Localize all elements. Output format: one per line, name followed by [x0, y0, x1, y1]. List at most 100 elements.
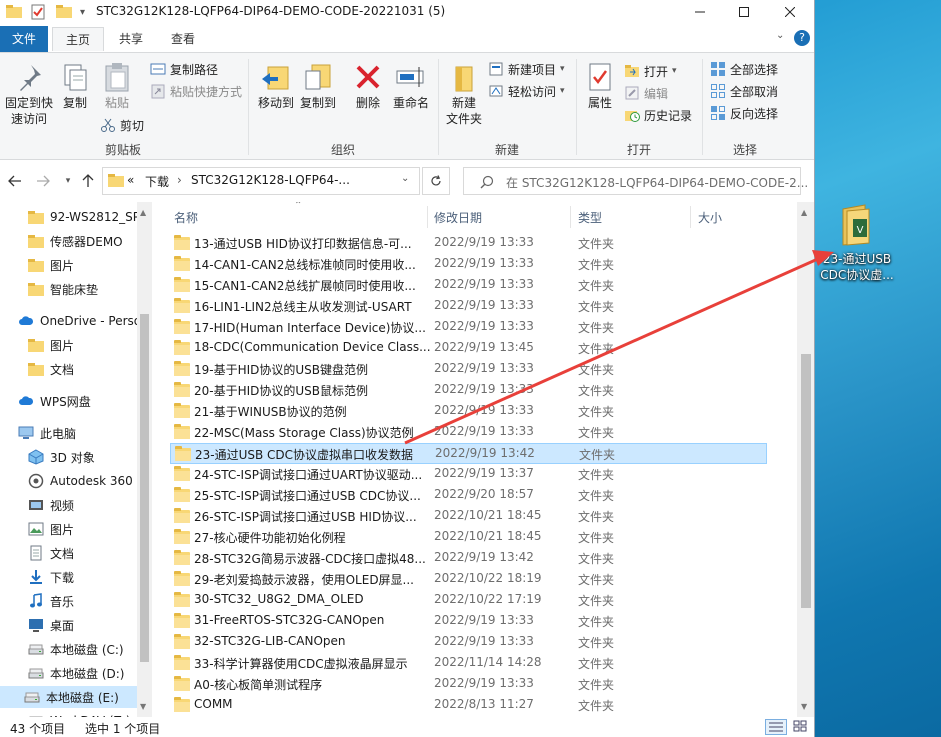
- scroll-down-icon[interactable]: ▼: [140, 702, 146, 711]
- history-button[interactable]: 历史记录: [624, 105, 692, 125]
- tab-file[interactable]: 文件: [0, 26, 48, 52]
- pin-to-quick-access-button[interactable]: 固定到快 速访问: [4, 61, 54, 127]
- file-list-scrollbar[interactable]: ▲ ▼: [797, 202, 814, 717]
- nav-item[interactable]: 视频: [22, 494, 131, 516]
- file-row[interactable]: 30-STC32_U8G2_DMA_OLED 2022/10/22 17:19 文件…: [170, 590, 767, 611]
- copy-button[interactable]: 复制: [58, 61, 92, 111]
- file-list-scroll-thumb[interactable]: [801, 354, 811, 608]
- properties-button[interactable]: 属性: [580, 61, 620, 111]
- breadcrumb-chevron-icon[interactable]: ›: [177, 173, 182, 187]
- nav-item[interactable]: 下载: [22, 566, 131, 588]
- rename-button[interactable]: 重命名: [390, 61, 432, 111]
- column-type[interactable]: 类型: [578, 209, 602, 226]
- back-arrow-icon[interactable]: [5, 172, 25, 190]
- nav-item[interactable]: 3D 对象: [22, 446, 131, 468]
- nav-item[interactable]: Autodesk 360: [22, 470, 133, 492]
- details-view-button[interactable]: [765, 719, 787, 735]
- tab-view[interactable]: 查看: [160, 27, 206, 51]
- up-arrow-icon[interactable]: [78, 172, 98, 190]
- new-folder-quick-icon[interactable]: [56, 4, 72, 20]
- recent-locations-icon[interactable]: ▾: [58, 172, 78, 190]
- easy-access-button[interactable]: 轻松访问 ▾: [488, 81, 565, 101]
- column-size[interactable]: 大小: [698, 209, 722, 226]
- close-button[interactable]: [767, 0, 813, 24]
- file-row[interactable]: 32-STC32G-LIB-CANOpen 2022/9/19 13:33 文件夹: [170, 632, 767, 653]
- new-item-button[interactable]: 新建项目 ▾: [488, 59, 565, 79]
- file-row[interactable]: 28-STC32G简易示波器-CDC接口虚拟48... 2022/9/19 13:…: [170, 548, 767, 569]
- nav-item[interactable]: WPS网盘: [12, 390, 131, 412]
- file-row[interactable]: 26-STC-ISP调试接口通过USB HID协议... 2022/10/21 1…: [170, 506, 767, 527]
- file-row[interactable]: 15-CAN1-CAN2总线扩展帧同时使用收... 2022/9/19 13:33…: [170, 275, 767, 296]
- nav-item[interactable]: 本地磁盘 (C:): [22, 638, 131, 660]
- edit-button[interactable]: 编辑: [624, 83, 668, 103]
- tab-share[interactable]: 共享: [108, 27, 154, 51]
- file-row[interactable]: 20-基于HID协议的USB鼠标范例 2022/9/19 13:33 文件夹: [170, 380, 767, 401]
- file-row[interactable]: 18-CDC(Communication Device Class... 2022…: [170, 338, 767, 359]
- nav-item[interactable]: 本地磁盘 (E:): [0, 686, 137, 708]
- nav-item[interactable]: 智能床垫: [22, 278, 131, 300]
- cut-button[interactable]: 剪切: [100, 115, 144, 135]
- nav-item[interactable]: OneDrive - Perso: [12, 310, 141, 332]
- new-folder-button[interactable]: 新建 文件夹: [442, 61, 486, 127]
- nav-item[interactable]: 文档: [22, 358, 131, 380]
- copy-path-button[interactable]: 复制路径: [150, 59, 218, 79]
- paste-shortcut-button[interactable]: 粘贴快捷方式: [150, 81, 242, 101]
- nav-item[interactable]: WorkDAV (Z:): [22, 710, 131, 717]
- nav-scrollbar[interactable]: ▲ ▼: [137, 202, 152, 717]
- move-to-button[interactable]: 移动到: [256, 61, 296, 111]
- search-box[interactable]: 在 STC32G12K128-LQFP64-DIP64-DEMO-CODE-2.…: [463, 167, 808, 195]
- file-row[interactable]: 31-FreeRTOS-STC32G-CANOpen 2022/9/19 13:3…: [170, 611, 767, 632]
- refresh-button[interactable]: [422, 167, 450, 195]
- scroll-up-icon[interactable]: ▲: [140, 208, 146, 217]
- breadcrumb-current-folder[interactable]: STC32G12K128-LQFP64-...: [191, 173, 350, 187]
- scroll-down-icon[interactable]: ▼: [801, 702, 807, 711]
- desktop-folder-shortcut[interactable]: V 23-通过USB CDC协议虚...: [818, 203, 896, 283]
- paste-button[interactable]: 粘贴: [98, 61, 136, 111]
- breadcrumb-downloads[interactable]: 下载: [145, 173, 169, 190]
- maximize-button[interactable]: [721, 0, 767, 24]
- copy-to-button[interactable]: 复制到: [298, 61, 338, 111]
- nav-item[interactable]: 传感器DEMO: [22, 230, 131, 252]
- file-row[interactable]: 19-基于HID协议的USB键盘范例 2022/9/19 13:33 文件夹: [170, 359, 767, 380]
- scroll-up-icon[interactable]: ▲: [801, 208, 807, 217]
- address-dropdown-icon[interactable]: ⌄: [401, 173, 409, 184]
- nav-item[interactable]: 92-WS2812_SP: [22, 206, 140, 228]
- nav-item[interactable]: 图片: [22, 334, 131, 356]
- column-name[interactable]: 名称: [174, 209, 198, 226]
- nav-item[interactable]: 此电脑: [12, 422, 131, 444]
- help-icon[interactable]: ?: [794, 30, 810, 46]
- invert-selection-button[interactable]: 反向选择: [710, 103, 778, 123]
- nav-item[interactable]: 本地磁盘 (D:): [22, 662, 131, 684]
- file-row[interactable]: 25-STC-ISP调试接口通过USB CDC协议... 2022/9/20 18…: [170, 485, 767, 506]
- nav-item[interactable]: 音乐: [22, 590, 131, 612]
- quick-access-dropdown-icon[interactable]: ▾: [80, 4, 85, 20]
- address-bar[interactable]: « 下载 › STC32G12K128-LQFP64-... ⌄: [102, 167, 420, 195]
- file-row[interactable]: 33-科学计算器使用CDC虚拟液晶屏显示 2022/11/14 14:28 文件夹: [170, 653, 767, 674]
- file-row[interactable]: 22-MSC(Mass Storage Class)协议范例 2022/9/19 …: [170, 422, 767, 443]
- nav-item[interactable]: 文档: [22, 542, 131, 564]
- tab-home[interactable]: 主页: [52, 27, 104, 51]
- file-row[interactable]: 27-核心硬件功能初始化例程 2022/10/21 18:45 文件夹: [170, 527, 767, 548]
- file-row[interactable]: 24-STC-ISP调试接口通过UART协议驱动... 2022/9/19 13:…: [170, 464, 767, 485]
- minimize-button[interactable]: [677, 0, 723, 24]
- select-none-button[interactable]: 全部取消: [710, 81, 778, 101]
- delete-button[interactable]: 删除: [350, 61, 386, 111]
- file-row[interactable]: 14-CAN1-CAN2总线标准帧同时使用收... 2022/9/19 13:33…: [170, 254, 767, 275]
- breadcrumb-overflow[interactable]: «: [127, 173, 134, 187]
- select-all-button[interactable]: 全部选择: [710, 59, 778, 79]
- column-date[interactable]: 修改日期: [434, 209, 482, 226]
- open-button[interactable]: 打开 ▾: [624, 61, 677, 81]
- forward-arrow-icon[interactable]: [33, 172, 53, 190]
- nav-item[interactable]: 桌面: [22, 614, 131, 636]
- file-row[interactable]: 21-基于WINUSB协议的范例 2022/9/19 13:33 文件夹: [170, 401, 767, 422]
- properties-quick-icon[interactable]: [30, 4, 46, 20]
- nav-item[interactable]: 图片: [22, 254, 131, 276]
- file-row[interactable]: 13-通过USB HID协议打印数据信息-可... 2022/9/19 13:33…: [170, 233, 767, 254]
- file-row[interactable]: 16-LIN1-LIN2总线主从收发测试-USART 2022/9/19 13:3…: [170, 296, 767, 317]
- file-row[interactable]: A0-核心板简单测试程序 2022/9/19 13:33 文件夹: [170, 674, 767, 695]
- file-row[interactable]: COMM 2022/8/13 11:27 文件夹: [170, 695, 767, 716]
- file-row[interactable]: 17-HID(Human Interface Device)协议... 2022/…: [170, 317, 767, 338]
- nav-item[interactable]: 图片: [22, 518, 131, 540]
- ribbon-collapse-icon[interactable]: ⌄: [776, 30, 784, 41]
- file-row[interactable]: 23-通过USB CDC协议虚拟串口收发数据 2022/9/19 13:42 文件夹: [170, 443, 767, 464]
